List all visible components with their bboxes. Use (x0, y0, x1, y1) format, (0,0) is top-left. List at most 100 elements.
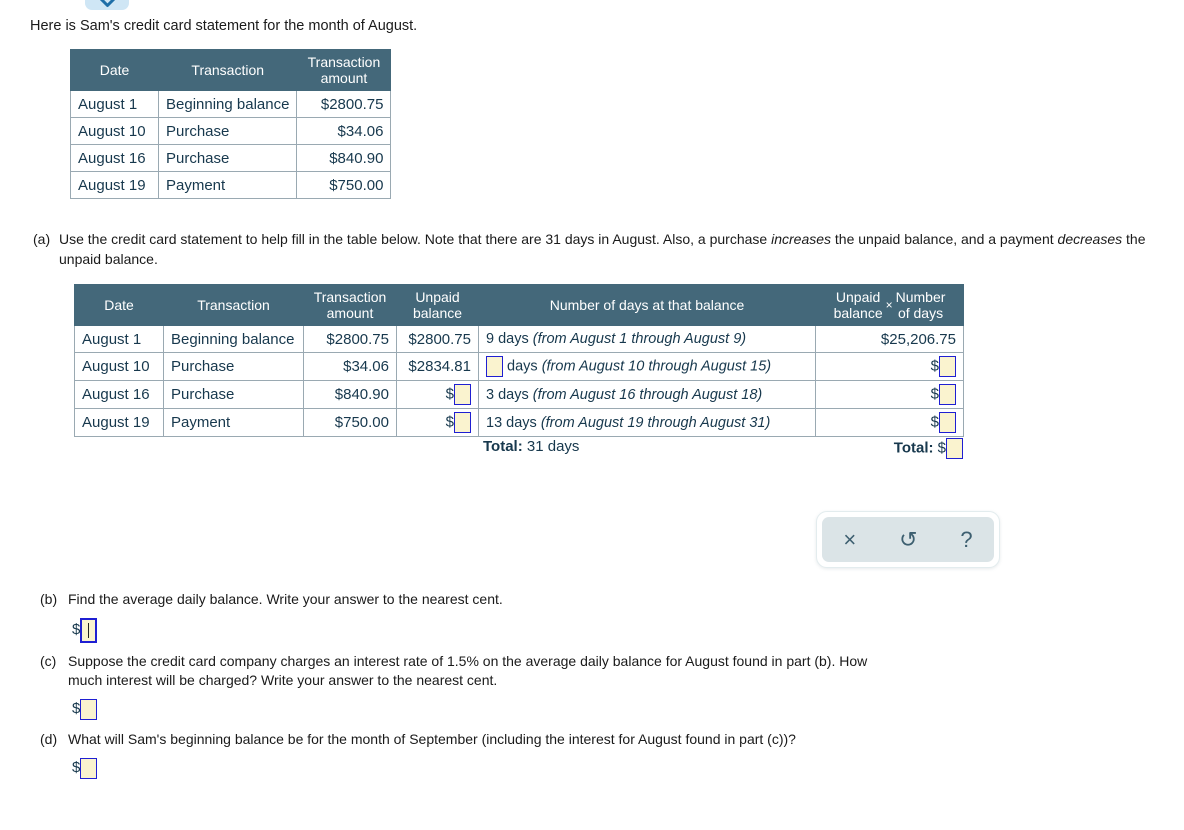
worksheet-header-product-right: Number of days (896, 289, 946, 321)
worksheet-cell-date: August 16 (74, 380, 164, 409)
part-a-em-decreases: decreases (1057, 231, 1123, 247)
statement-cell-transaction: Purchase (157, 117, 298, 145)
part-d-answer: $ (72, 758, 1140, 779)
part-a-label: (a) (33, 231, 51, 247)
statement-cell-amount: $750.00 (296, 171, 392, 199)
statement-cell-amount: $34.06 (296, 117, 392, 145)
worksheet-cell-amount: $840.90 (303, 380, 397, 409)
statement-cell-amount: $2800.75 (296, 90, 392, 118)
worksheet-header-date: Date (74, 284, 164, 326)
worksheet-cell-transaction: Purchase (163, 352, 304, 381)
worksheet-header-product-l1: Unpaid (835, 289, 881, 305)
part-a-text: Use the credit card statement to help fi… (59, 229, 1168, 269)
table-row: August 19 Payment $750.00 $ 13 days (fro… (74, 408, 964, 437)
worksheet-cell-amount: $2800.75 (303, 325, 397, 353)
table-row: August 1 Beginning balance $2800.75 (70, 90, 392, 118)
help-icon[interactable]: ? (950, 525, 982, 555)
dollar-sign: $ (445, 413, 454, 431)
days-range: (from August 10 through August 15) (541, 358, 772, 375)
statement-cell-date: August 16 (70, 144, 159, 172)
worksheet-cell-days: days (from August 10 through August 15) (478, 352, 816, 381)
part-d-text: What will Sam's beginning balance be for… (68, 731, 796, 747)
clear-icon[interactable]: × (833, 525, 866, 555)
part-b-answer: $ (72, 618, 1140, 643)
worksheet-header-unpaid-balance: Unpaid balance (396, 284, 479, 326)
worksheet-header-unpaid-line2: balance (412, 305, 463, 321)
worksheet-cell-product: $ (815, 352, 964, 381)
worksheet-cell-date: August 19 (74, 408, 164, 437)
undo-icon[interactable]: ↺ (889, 525, 927, 555)
statement-cell-date: August 1 (70, 90, 159, 118)
worksheet-cell-product: $25,206.75 (815, 325, 964, 353)
part-a-text-2: the unpaid balance, and a payment (831, 231, 1058, 247)
dollar-sign: $ (72, 759, 81, 777)
days-input-row2[interactable] (486, 356, 503, 377)
days-range: (from August 19 through August 31) (540, 414, 771, 431)
worksheet-cell-product: $ (815, 380, 964, 409)
part-b-text: Find the average daily balance. Write yo… (68, 591, 503, 607)
part-a-em-increases: increases (771, 231, 832, 247)
worksheet-cell-days: 13 days (from August 19 through August 3… (478, 408, 816, 437)
product-total-label: Total: (893, 439, 934, 457)
chevron-down-icon (99, 0, 116, 8)
dollar-sign: $ (72, 621, 81, 639)
statement-cell-transaction: Beginning balance (157, 90, 298, 118)
product-total-input[interactable] (946, 438, 963, 459)
part-b-input[interactable] (80, 618, 98, 643)
part-c-text: Suppose the credit card company charges … (68, 653, 868, 688)
worksheet-header-amount-line2: amount (326, 305, 374, 321)
days-word: days (502, 414, 541, 431)
unpaid-balance-input-row3[interactable] (454, 384, 471, 405)
dollar-sign: $ (72, 700, 81, 718)
worksheet-cell-unpaid-balance: $ (396, 380, 479, 409)
expand-collapse-button[interactable] (85, 0, 129, 10)
worksheet-header-product-r1: Number (895, 289, 946, 305)
days-value: 9 (486, 331, 495, 347)
worksheet-header-product-left: Unpaid balance (834, 289, 883, 321)
worksheet-header-transaction: Transaction (163, 284, 304, 326)
answer-tool-panel: × ↺ ? (816, 511, 1000, 568)
worksheet-cell-product: $ (815, 408, 964, 437)
product-input-row2[interactable] (939, 356, 956, 377)
statement-cell-date: August 19 (70, 171, 159, 199)
part-d-block: (d) What will Sam's beginning balance be… (40, 730, 1140, 779)
worksheet-cell-unpaid-balance: $2834.81 (396, 352, 479, 381)
product-input-row4[interactable] (939, 412, 956, 433)
days-value: 3 (486, 386, 495, 403)
worksheet-header-product-r2: of days (897, 305, 944, 321)
worksheet-cell-amount: $34.06 (303, 352, 397, 381)
statement-cell-transaction: Purchase (157, 144, 298, 172)
table-row: August 10 Purchase $34.06 (70, 117, 392, 145)
table-row: August 16 Purchase $840.90 $ 3 days (fro… (74, 380, 964, 409)
part-d-input[interactable] (80, 758, 98, 779)
dollar-sign: $ (937, 439, 946, 457)
unpaid-balance-input-row4[interactable] (454, 412, 471, 433)
statement-header-amount-line2: amount (320, 70, 368, 86)
worksheet-cell-amount: $750.00 (303, 408, 397, 437)
statement-header-date: Date (70, 49, 159, 91)
dollar-sign: $ (930, 357, 939, 375)
worksheet-page: Here is Sam's credit card statement for … (0, 0, 1184, 830)
part-c-block: (c) Suppose the credit card company char… (40, 652, 1140, 720)
part-d-label: (d) (40, 731, 58, 747)
worksheet-header-amount-line1: Transaction (313, 289, 387, 305)
statement-cell-date: August 10 (70, 117, 159, 145)
worksheet-header-row: Date Transaction Transaction amount Unpa… (74, 284, 964, 326)
answer-toolbar: × ↺ ? (822, 517, 994, 562)
statement-table: Date Transaction Transaction amount Augu… (70, 49, 392, 199)
days-word: days (494, 331, 533, 347)
days-total-value: 31 days (526, 438, 580, 455)
statement-cell-transaction: Payment (157, 171, 298, 199)
part-c-input[interactable] (80, 699, 98, 720)
part-c-label: (c) (40, 653, 57, 669)
worksheet-cell-transaction: Payment (163, 408, 304, 437)
statement-cell-amount: $840.90 (296, 144, 392, 172)
worksheet-header-unpaid-line1: Unpaid (415, 289, 460, 305)
worksheet-cell-days: 3 days (from August 16 through August 18… (478, 380, 816, 409)
statement-header-amount-line1: Transaction (307, 54, 381, 70)
product-input-row3[interactable] (939, 384, 956, 405)
worksheet-cell-unpaid-balance: $2800.75 (396, 325, 479, 353)
days-value: 13 (486, 414, 503, 431)
statement-header-row: Date Transaction Transaction amount (70, 49, 392, 91)
dollar-sign: $ (930, 385, 939, 403)
